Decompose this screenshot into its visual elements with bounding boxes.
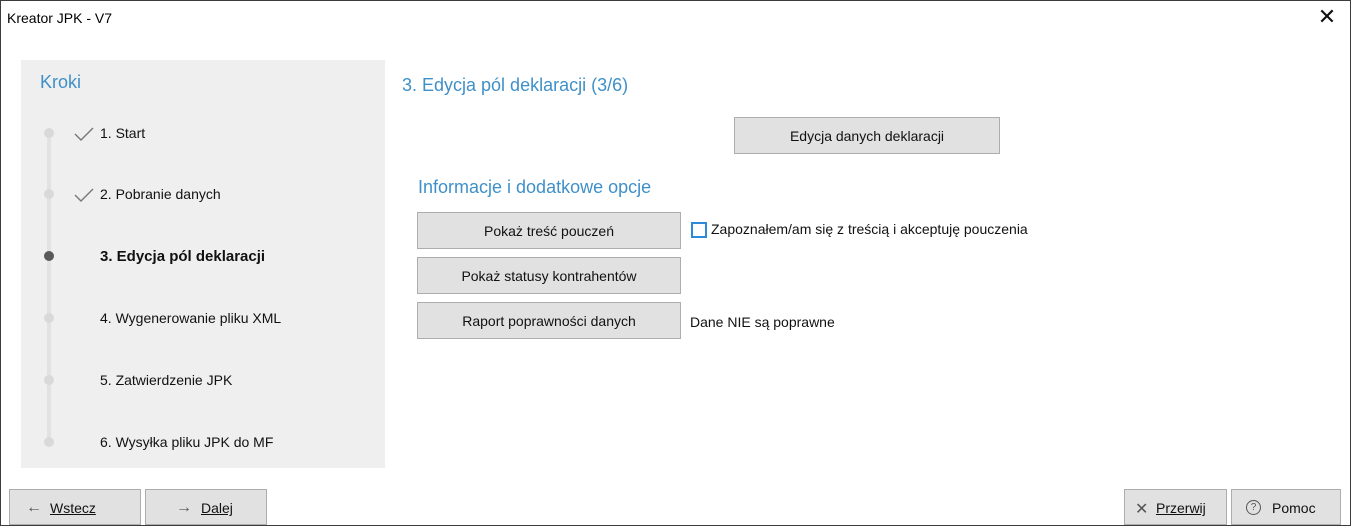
step-label-active: 3. Edycja pól deklaracji (100, 248, 266, 265)
jpk-wizard-window: Kreator JPK - V7 ✕ Kroki 1. Start 2. Pob… (0, 0, 1351, 526)
next-button-label: Dalej (201, 500, 233, 516)
show-instructions-button[interactable]: Pokaż treść pouczeń (417, 212, 681, 249)
arrow-right-icon: → (176, 499, 192, 516)
help-button-label: Pomoc (1272, 500, 1316, 516)
help-icon: ? (1246, 500, 1261, 515)
checkmark-icon (74, 188, 94, 202)
step-dot (44, 437, 54, 447)
step-5-approve: 5. Zatwierdzenie JPK (21, 366, 385, 396)
step-2-download: 2. Pobranie danych (21, 180, 385, 210)
data-validity-report-button[interactable]: Raport poprawności danych (417, 302, 681, 339)
show-contractor-statuses-button-label: Pokaż statusy kontrahentów (461, 267, 637, 284)
step-dot (44, 128, 54, 138)
step-3-edit-fields: 3. Edycja pól deklaracji (21, 242, 385, 272)
step-label: 6. Wysyłka pliku JPK do MF (100, 434, 274, 450)
show-instructions-button-label: Pokaż treść pouczeń (484, 222, 614, 239)
step-label: 2. Pobranie danych (100, 186, 221, 202)
edit-declaration-button-label: Edycja danych deklaracji (789, 127, 945, 144)
help-button[interactable]: ? Pomoc (1231, 489, 1341, 525)
close-icon: ✕ (1135, 501, 1149, 518)
sidebar-title: Kroki (40, 72, 82, 92)
title-bar: Kreator JPK - V7 ✕ (1, 1, 1350, 35)
accept-instructions-checkbox[interactable] (691, 222, 707, 238)
step-dot (44, 189, 54, 199)
edit-declaration-button[interactable]: Edycja danych deklaracji (734, 117, 1000, 154)
section-title: Informacje i dodatkowe opcje (418, 177, 652, 197)
accept-instructions-label[interactable]: Zapoznałem/am się z treścią i akceptuję … (711, 221, 1028, 237)
steps-sidebar: Kroki 1. Start 2. Pobranie danych 3. Edy… (21, 60, 385, 468)
next-button[interactable]: → Dalej (145, 489, 267, 525)
step-label: 4. Wygenerowanie pliku XML (100, 310, 282, 326)
back-button-label: Wstecz (50, 500, 96, 516)
step-dot (44, 313, 54, 323)
arrow-left-icon: ← (26, 499, 42, 516)
checkmark-icon (74, 127, 94, 141)
window-title: Kreator JPK - V7 (7, 10, 113, 26)
step-label: 1. Start (100, 125, 146, 141)
show-contractor-statuses-button[interactable]: Pokaż statusy kontrahentów (417, 257, 681, 294)
cancel-button-label: Przerwij (1156, 500, 1206, 516)
close-icon[interactable]: ✕ (1314, 4, 1340, 30)
cancel-button[interactable]: ✕ Przerwij (1124, 489, 1227, 525)
page-title: 3. Edycja pól deklaracji (3/6) (402, 75, 629, 95)
data-validity-report-button-label: Raport poprawności danych (462, 312, 636, 329)
step-6-send: 6. Wysyłka pliku JPK do MF (21, 428, 385, 458)
step-4-generate-xml: 4. Wygenerowanie pliku XML (21, 304, 385, 334)
back-button[interactable]: ← Wstecz (9, 489, 141, 525)
step-dot (44, 375, 54, 385)
step-label: 5. Zatwierdzenie JPK (100, 372, 233, 388)
data-validation-status: Dane NIE są poprawne (690, 314, 835, 330)
step-dot-active (44, 251, 54, 261)
step-1-start: 1. Start (21, 119, 385, 149)
